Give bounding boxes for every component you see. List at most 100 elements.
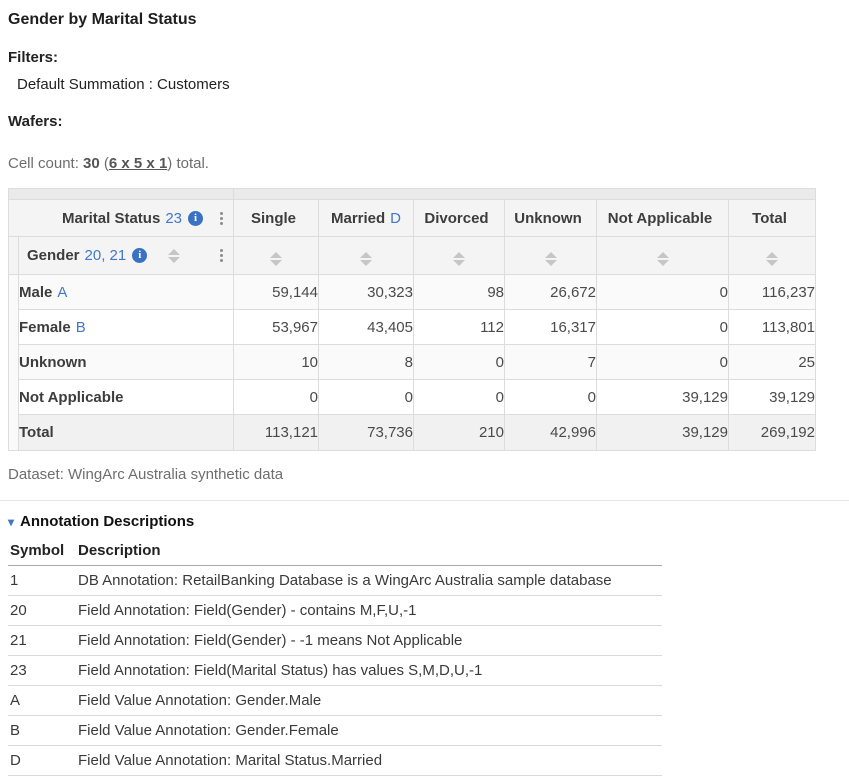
cell-count-line: Cell count: 30 (6 x 5 x 1) total.	[8, 155, 849, 172]
data-cell: 10	[234, 345, 319, 380]
data-cell: 43,405	[319, 310, 414, 345]
sort-cell-not-applicable	[597, 237, 729, 275]
annotation-symbol: D	[8, 746, 76, 776]
column-field-header: Marital Status 23 i	[9, 200, 234, 237]
data-cell: 269,192	[729, 415, 816, 451]
annotation-description: Field Value Annotation: Gender.Male	[76, 686, 662, 716]
wafer-table: Marital Status 23 i Single MarriedD Divo…	[8, 188, 816, 451]
cell-count-suffix: ) total.	[167, 155, 209, 172]
female-annotation-ref[interactable]: B	[76, 319, 86, 336]
row-label: Total	[19, 415, 234, 451]
column-field-menu-icon[interactable]	[218, 210, 225, 227]
data-cell: 59,144	[234, 275, 319, 310]
annotation-table: Symbol Description 1 DB Annotation: Reta…	[8, 539, 662, 776]
sort-cell-divorced	[414, 237, 505, 275]
wafers-label: Wafers:	[8, 113, 849, 130]
wafer-gutter	[9, 237, 19, 275]
row-label: Not Applicable	[19, 380, 234, 415]
male-annotation-ref[interactable]: A	[57, 284, 67, 301]
row-label: FemaleB	[19, 310, 234, 345]
data-cell: 98	[414, 275, 505, 310]
column-header-row: Marital Status 23 i Single MarriedD Divo…	[9, 200, 816, 237]
page-title: Gender by Marital Status	[8, 0, 849, 29]
column-header-single: Single	[234, 200, 319, 237]
data-cell: 30,323	[319, 275, 414, 310]
column-header-divorced: Divorced	[414, 200, 505, 237]
section-divider	[0, 500, 849, 501]
collapse-triangle-icon[interactable]: ▾	[8, 516, 14, 528]
annotation-symbol: A	[8, 686, 76, 716]
wafer-strip-right	[234, 189, 816, 200]
data-cell: 26,672	[505, 275, 597, 310]
data-cell: 113,801	[729, 310, 816, 345]
sort-cell-unknown	[505, 237, 597, 275]
annotation-symbol: 20	[8, 596, 76, 626]
data-cell: 39,129	[729, 380, 816, 415]
info-icon[interactable]: i	[132, 248, 147, 263]
filters-label: Filters:	[8, 49, 849, 66]
data-cell: 0	[505, 380, 597, 415]
annotation-row: 23 Field Annotation: Field(Marital Statu…	[8, 656, 662, 686]
sort-icon[interactable]	[453, 252, 465, 266]
data-cell: 210	[414, 415, 505, 451]
table-row-female: FemaleB 53,967 43,405 112 16,317 0 113,8…	[9, 310, 816, 345]
annotation-section-title: Annotation Descriptions	[20, 513, 194, 530]
wafer-strip-left	[9, 189, 234, 200]
data-cell: 8	[319, 345, 414, 380]
column-field-name: Marital Status	[62, 210, 160, 227]
sort-icon[interactable]	[545, 252, 557, 266]
data-cell: 53,967	[234, 310, 319, 345]
row-label: MaleA	[19, 275, 234, 310]
sort-icon[interactable]	[270, 252, 282, 266]
data-cell: 73,736	[319, 415, 414, 451]
annotation-description: DB Annotation: RetailBanking Database is…	[76, 566, 662, 596]
cell-count-label: Cell count:	[8, 155, 83, 172]
sort-icon-gender[interactable]	[168, 249, 180, 263]
annotation-description: Field Annotation: Field(Gender) - -1 mea…	[76, 626, 662, 656]
annotation-symbol-header: Symbol	[8, 539, 76, 566]
annotation-description: Field Value Annotation: Gender.Female	[76, 716, 662, 746]
annotation-row: 21 Field Annotation: Field(Gender) - -1 …	[8, 626, 662, 656]
sort-icon[interactable]	[657, 252, 669, 266]
row-field-name: Gender	[27, 247, 80, 264]
column-header-total: Total	[729, 200, 816, 237]
married-annotation-ref[interactable]: D	[390, 210, 401, 227]
data-cell: 39,129	[597, 380, 729, 415]
dataset-note: Dataset: WingArc Australia synthetic dat…	[8, 466, 849, 483]
annotation-description: Field Annotation: Field(Marital Status) …	[76, 656, 662, 686]
annotation-symbol: 23	[8, 656, 76, 686]
table-row-total: Total 113,121 73,736 210 42,996 39,129 2…	[9, 415, 816, 451]
data-cell: 0	[234, 380, 319, 415]
data-cell: 42,996	[505, 415, 597, 451]
data-cell: 39,129	[597, 415, 729, 451]
data-cell: 0	[597, 275, 729, 310]
info-icon[interactable]: i	[188, 211, 203, 226]
row-field-annotation-refs[interactable]: 20, 21	[85, 247, 127, 264]
column-header-married: MarriedD	[319, 200, 414, 237]
data-cell: 0	[597, 310, 729, 345]
annotation-header-row: Symbol Description	[8, 539, 662, 566]
cell-count-paren: (	[100, 155, 109, 172]
column-field-annotation-ref[interactable]: 23	[165, 210, 182, 227]
column-header-not-applicable: Not Applicable	[597, 200, 729, 237]
annotation-description: Field Annotation: Field(Gender) - contai…	[76, 596, 662, 626]
data-cell: 116,237	[729, 275, 816, 310]
wafer-strip-row	[9, 189, 816, 200]
data-cell: 0	[414, 380, 505, 415]
row-field-header: Gender 20, 21 i	[19, 237, 234, 275]
table-row-unknown: Unknown 10 8 0 7 0 25	[9, 345, 816, 380]
annotation-row: D Field Value Annotation: Marital Status…	[8, 746, 662, 776]
data-cell: 0	[597, 345, 729, 380]
annotation-row: 1 DB Annotation: RetailBanking Database …	[8, 566, 662, 596]
annotation-row: B Field Value Annotation: Gender.Female	[8, 716, 662, 746]
cell-dims-link[interactable]: 6 x 5 x 1	[109, 155, 167, 172]
annotation-row: A Field Value Annotation: Gender.Male	[8, 686, 662, 716]
sort-icon[interactable]	[360, 252, 372, 266]
filter-item: Default Summation : Customers	[8, 76, 849, 93]
row-field-menu-icon[interactable]	[218, 247, 225, 264]
data-cell: 7	[505, 345, 597, 380]
sort-icon[interactable]	[766, 252, 778, 266]
row-label: Unknown	[19, 345, 234, 380]
annotation-row: 20 Field Annotation: Field(Gender) - con…	[8, 596, 662, 626]
annotation-section-header[interactable]: ▾ Annotation Descriptions	[8, 513, 849, 530]
